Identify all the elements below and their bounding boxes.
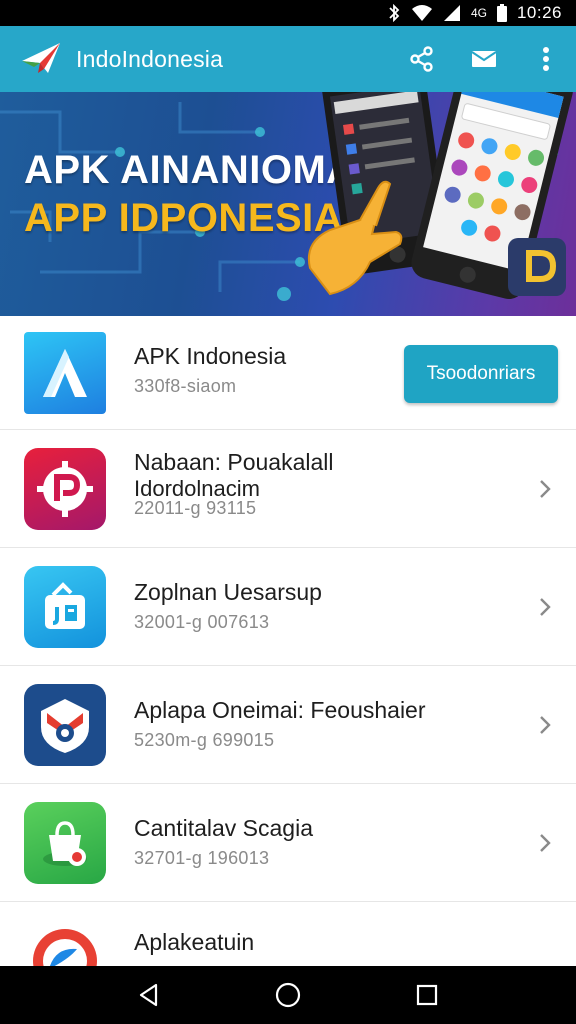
app-name: Nabaan: Pouakalall: [134, 449, 334, 475]
share-icon[interactable]: [408, 45, 436, 73]
circle-ball-icon: [24, 920, 106, 966]
status-bar: 4G 10:26: [0, 0, 576, 26]
app-name: Aplapa Oneimai: Feoushaier: [134, 697, 426, 723]
list-item[interactable]: Cantitalav Scagia 32701-g 196013: [0, 784, 576, 902]
back-icon[interactable]: [129, 975, 169, 1015]
bag-tag-icon: [24, 801, 106, 884]
email-icon[interactable]: [470, 45, 498, 73]
banner-subheadline: APP IDPONESIA: [24, 196, 344, 240]
chevron-right-icon[interactable]: [536, 595, 554, 619]
list-item[interactable]: Aplakeatuin: [0, 902, 576, 966]
app-name: Aplakeatuin: [134, 929, 255, 955]
app-list: APK Indonesia 330f8-siaom Tsoodonriars N…: [0, 316, 576, 966]
apk-indonesia-icon: [24, 331, 106, 414]
app-meta: 5230m-g 699015: [134, 730, 275, 750]
phones-illustration: [308, 92, 573, 299]
wifi-icon: [411, 4, 433, 22]
promo-banner[interactable]: APK AINANIOMA APP IDPONESIA: [0, 92, 576, 316]
home-icon[interactable]: [268, 975, 308, 1015]
mail-shield-icon: [24, 683, 106, 766]
recents-icon[interactable]: [407, 975, 447, 1015]
chevron-right-icon[interactable]: [536, 831, 554, 855]
status-time: 10:26: [516, 3, 562, 22]
app-meta: 32001-g 007613: [134, 612, 270, 632]
app-meta: 22011-g 93115: [134, 498, 257, 518]
app-name: Zoplnan Uesarsup: [134, 579, 322, 605]
system-nav-bar: [0, 966, 576, 1024]
paper-plane-logo: [20, 39, 64, 79]
app-title: IndoIndonesia: [76, 45, 224, 72]
chevron-right-icon[interactable]: [536, 713, 554, 737]
chevron-right-icon[interactable]: [536, 477, 554, 501]
list-item-featured[interactable]: APK Indonesia 330f8-siaom Tsoodonriars: [0, 316, 576, 430]
list-item[interactable]: Aplapa Oneimai: Feoushaier 5230m-g 69901…: [0, 666, 576, 784]
p-badge-icon: [24, 447, 106, 530]
featured-install-button[interactable]: Tsoodonriars: [404, 345, 558, 403]
network-type-label: 4G: [470, 6, 487, 20]
app-bar: IndoIndonesia: [0, 26, 576, 92]
bag-lock-icon: [24, 565, 106, 648]
app-name: Cantitalav Scagia: [134, 815, 313, 841]
bluetooth-icon: [387, 4, 401, 22]
app-bar-actions: [408, 26, 560, 92]
battery-icon: [496, 4, 507, 22]
list-item[interactable]: Nabaan: Pouakalall Idordolnacim 22011-g …: [0, 430, 576, 548]
signal-icon: [443, 4, 461, 22]
app-meta: 32701-g 196013: [134, 848, 270, 868]
list-item[interactable]: Zoplnan Uesarsup 32001-g 007613: [0, 548, 576, 666]
more-vert-icon[interactable]: [532, 45, 560, 73]
